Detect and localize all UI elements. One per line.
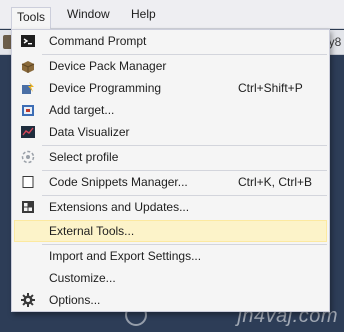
add-target-icon (20, 102, 36, 118)
console-icon (20, 33, 36, 49)
menu-item-label: Options... (49, 293, 101, 307)
menu-item-data-visualizer[interactable]: Data Visualizer (14, 121, 327, 143)
extensions-icon (20, 199, 36, 215)
menu-item-command-prompt[interactable]: Command Prompt (14, 30, 327, 52)
menu-item-options[interactable]: Options... (14, 289, 327, 311)
menu-item-select-profile[interactable]: Select profile (14, 146, 327, 168)
menu-item-label: Add target... (49, 103, 115, 117)
menu-item-device-programming[interactable]: Device Programming Ctrl+Shift+P (14, 77, 327, 99)
menu-item-label: Data Visualizer (49, 125, 130, 139)
menu-item-label: Customize... (49, 271, 116, 285)
profile-icon (20, 149, 36, 165)
menu-window[interactable]: Window (67, 6, 110, 23)
data-visualizer-icon (20, 124, 36, 140)
menu-item-label: Device Pack Manager (49, 59, 167, 73)
menu-item-import-export-settings[interactable]: Import and Export Settings... (14, 245, 327, 267)
menu-item-label: Import and Export Settings... (49, 249, 202, 263)
package-icon (20, 58, 36, 74)
shortcut-text: Ctrl+Shift+P (238, 81, 303, 95)
programming-icon (20, 80, 36, 96)
menu-item-label: External Tools... (49, 224, 135, 238)
menu-item-extensions-and-updates[interactable]: Extensions and Updates... (14, 196, 327, 218)
tools-dropdown: Command Prompt Device Pack Manager Devic… (11, 29, 330, 312)
menu-item-add-target[interactable]: Add target... (14, 99, 327, 121)
menu-item-label: Device Programming (49, 81, 162, 95)
menu-item-label: Command Prompt (49, 34, 147, 48)
menu-item-code-snippets-manager[interactable]: Code Snippets Manager... Ctrl+K, Ctrl+B (14, 171, 327, 193)
shortcut-text: Ctrl+K, Ctrl+B (238, 175, 313, 189)
menu-help[interactable]: Help (131, 6, 156, 23)
snippet-icon (20, 174, 36, 190)
menu-item-label: Code Snippets Manager... (49, 175, 188, 189)
menu-bar: Tools Window Help (0, 0, 344, 30)
menu-item-customize[interactable]: Customize... (14, 267, 327, 289)
menu-item-device-pack-manager[interactable]: Device Pack Manager (14, 55, 327, 77)
gear-icon (20, 292, 36, 308)
menu-item-external-tools[interactable]: External Tools... (14, 220, 327, 242)
menu-item-label: Select profile (49, 150, 119, 164)
menu-item-label: Extensions and Updates... (49, 200, 190, 214)
menu-tools[interactable]: Tools (11, 7, 52, 30)
